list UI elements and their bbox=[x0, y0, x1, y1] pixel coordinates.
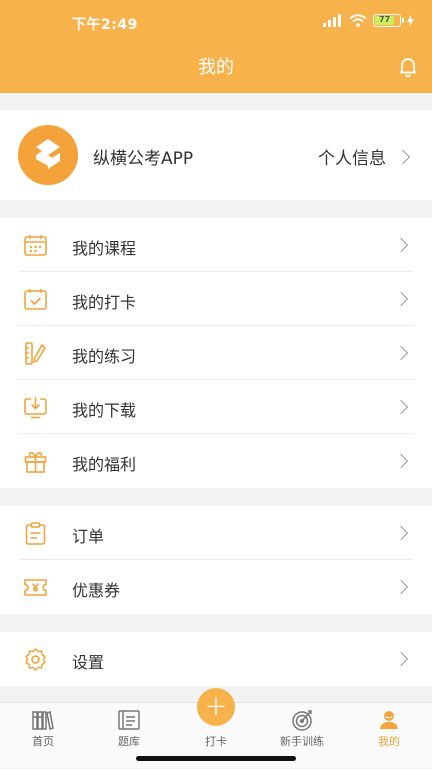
bell-icon[interactable] bbox=[396, 54, 420, 78]
menu-label: 订单 bbox=[72, 527, 105, 546]
battery-level: 77 bbox=[375, 16, 395, 25]
menu-group-settings: 设置 bbox=[0, 632, 432, 686]
personal-info-link[interactable]: 个人信息 bbox=[318, 144, 411, 169]
menu-item-coupons[interactable]: 优惠券 bbox=[0, 560, 432, 614]
tab-home[interactable]: 首页 bbox=[0, 703, 86, 769]
plus-icon[interactable]: + bbox=[197, 688, 235, 726]
home-indicator[interactable] bbox=[136, 756, 296, 761]
download-icon bbox=[24, 397, 47, 419]
menu-item-my-downloads[interactable]: 我的下载 bbox=[0, 380, 432, 434]
tab-label: 新手训练 bbox=[280, 735, 324, 748]
pencil-ruler-icon bbox=[25, 342, 46, 365]
avatar bbox=[18, 125, 78, 185]
menu-item-my-courses[interactable]: 我的课程 bbox=[0, 218, 432, 272]
chevron-right-icon bbox=[393, 651, 409, 667]
personal-info-label: 个人信息 bbox=[318, 149, 386, 169]
menu-label: 我的课程 bbox=[72, 239, 137, 258]
menu-label: 优惠券 bbox=[72, 581, 121, 600]
gift-icon bbox=[24, 451, 47, 473]
menu-label: 设置 bbox=[72, 653, 105, 672]
question-bank-icon bbox=[118, 710, 140, 730]
chevron-right-icon bbox=[393, 345, 409, 361]
chevron-right-icon bbox=[393, 237, 409, 253]
books-icon bbox=[32, 711, 54, 730]
chevron-right-icon bbox=[393, 525, 409, 541]
menu-label: 我的福利 bbox=[72, 455, 137, 474]
profile-name: 纵横公考APP bbox=[93, 149, 194, 169]
status-time: 下午2:49 bbox=[72, 17, 138, 33]
menu-group-orders: 订单 优惠券 bbox=[0, 506, 432, 614]
chevron-right-icon bbox=[395, 149, 411, 164]
tab-label: 我的 bbox=[378, 735, 400, 748]
signal-icon bbox=[323, 14, 341, 27]
menu-item-my-practice[interactable]: 我的练习 bbox=[0, 326, 432, 380]
menu-item-orders[interactable]: 订单 bbox=[0, 506, 432, 560]
menu-item-my-benefits[interactable]: 我的福利 bbox=[0, 434, 432, 488]
chevron-right-icon bbox=[393, 453, 409, 469]
menu-item-settings[interactable]: 设置 bbox=[0, 632, 432, 686]
status-bar: 下午2:49 77 bbox=[0, 0, 432, 46]
page-title: 我的 bbox=[198, 57, 234, 78]
gear-icon bbox=[25, 648, 46, 671]
clipboard-icon bbox=[25, 522, 46, 545]
calendar-icon bbox=[24, 235, 47, 256]
header: 下午2:49 77 我的 bbox=[0, 0, 432, 93]
checkin-icon bbox=[24, 289, 47, 310]
tab-label: 题库 bbox=[118, 735, 140, 748]
menu-label: 我的打卡 bbox=[72, 293, 137, 312]
target-icon bbox=[292, 710, 312, 731]
menu-label: 我的练习 bbox=[72, 347, 137, 366]
chevron-right-icon bbox=[393, 579, 409, 595]
wifi-icon bbox=[349, 14, 367, 27]
profile-card[interactable]: 纵横公考APP 个人信息 bbox=[0, 110, 432, 200]
tab-label: 首页 bbox=[32, 735, 54, 748]
status-icons: 77 bbox=[323, 14, 414, 27]
chevron-right-icon bbox=[393, 291, 409, 307]
chevron-right-icon bbox=[393, 399, 409, 415]
coupon-icon bbox=[24, 579, 47, 596]
menu-label: 我的下载 bbox=[72, 401, 137, 420]
menu-group-learning: 我的课程 我的打卡 我的练习 我的下载 我的福利 bbox=[0, 218, 432, 488]
app-logo-icon bbox=[18, 125, 78, 185]
battery-icon: 77 bbox=[373, 14, 414, 27]
user-icon bbox=[380, 711, 398, 729]
menu-item-my-checkin[interactable]: 我的打卡 bbox=[0, 272, 432, 326]
tab-mine[interactable]: 我的 bbox=[346, 703, 432, 769]
tab-label: 打卡 bbox=[205, 735, 227, 748]
